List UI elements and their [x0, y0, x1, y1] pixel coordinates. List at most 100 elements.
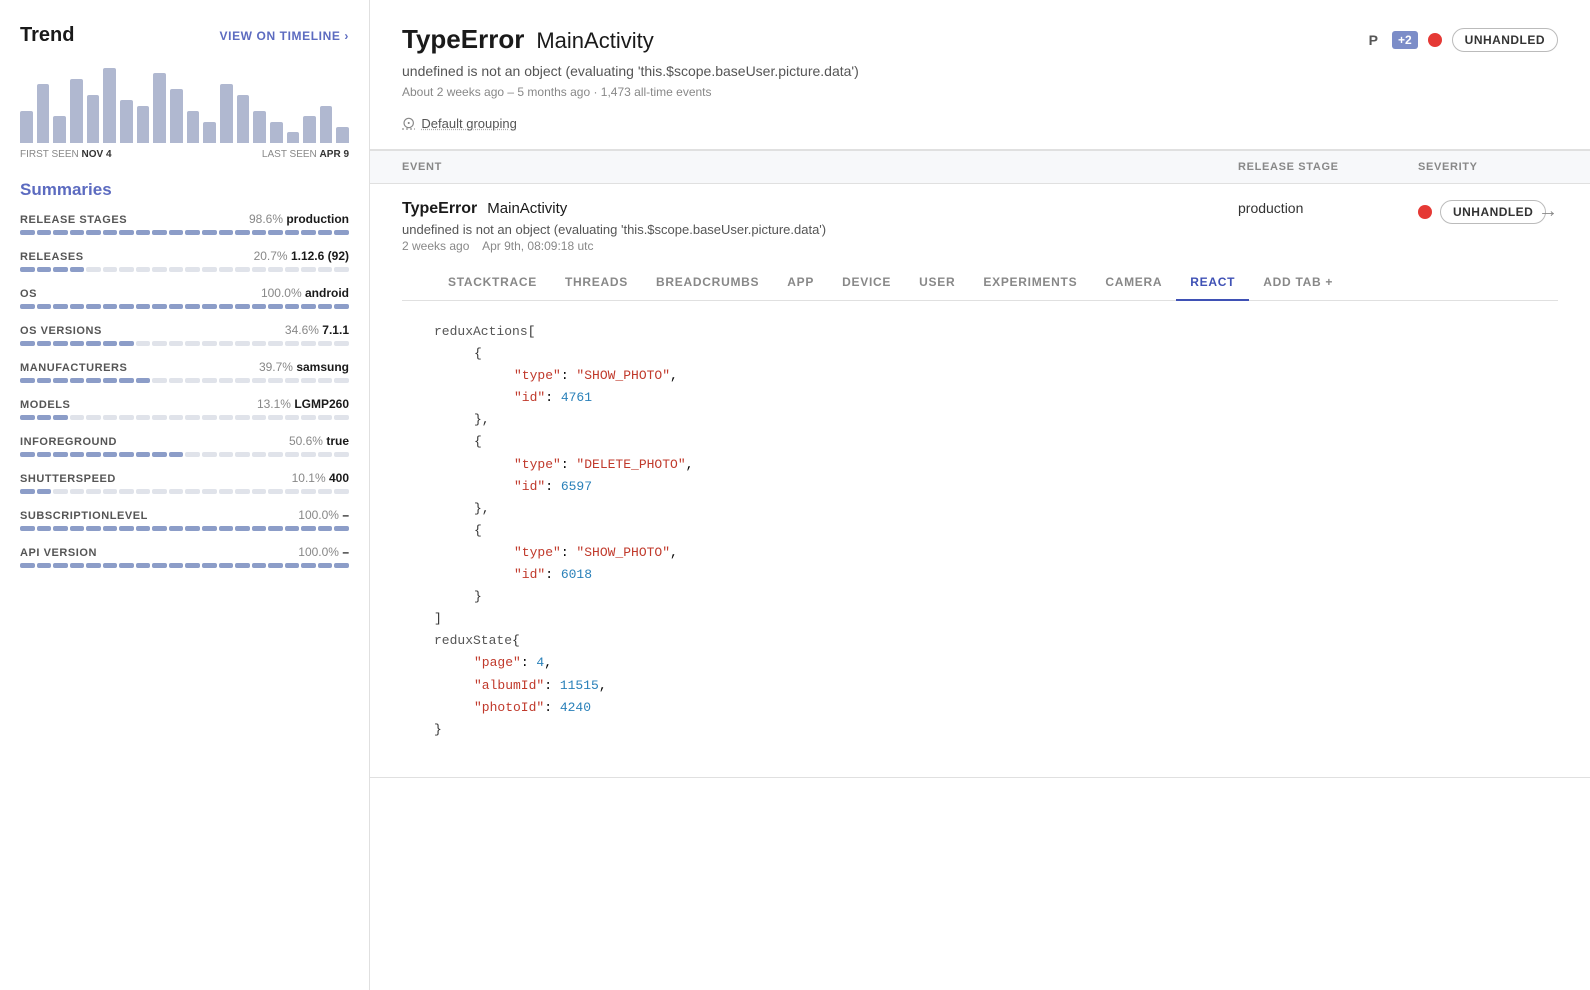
chart-bar — [70, 79, 83, 143]
tab-react[interactable]: REACT — [1176, 265, 1249, 301]
event-severity-dot — [1418, 205, 1432, 219]
tab-app[interactable]: APP — [773, 265, 828, 301]
view-timeline-link[interactable]: VIEW ON TIMELINE › — [220, 29, 349, 43]
chart-bar — [37, 84, 50, 143]
event-type: TypeError — [402, 200, 477, 218]
code-line: "photoId": 4240 — [434, 697, 1526, 719]
tab-device[interactable]: DEVICE — [828, 265, 905, 301]
summary-item: SHUTTERSPEED10.1% 400 — [20, 471, 349, 494]
code-line: { — [434, 520, 1526, 542]
code-line: { — [434, 343, 1526, 365]
code-line: reduxState { — [434, 630, 1526, 652]
summary-item: MODELS 13.1% LGMP260 — [20, 397, 349, 420]
event-severity: UNHANDLED — [1418, 200, 1558, 224]
code-line: }, — [434, 409, 1526, 431]
code-line: "type": "DELETE_PHOTO", — [434, 454, 1526, 476]
summary-label: MANUFACTURERS — [20, 362, 127, 374]
chart-bar — [87, 95, 100, 143]
summary-value: 13.1% LGMP260 — [257, 397, 349, 411]
first-seen-label: FIRST SEEN NOV 4 — [20, 149, 112, 160]
chart-bar — [220, 84, 233, 143]
chart-bar — [203, 122, 216, 143]
code-line: "type": "SHOW_PHOTO", — [434, 365, 1526, 387]
event-info: TypeError MainActivity undefined is not … — [402, 200, 1238, 253]
chart-bar — [53, 116, 66, 143]
summaries-container: RELEASE STAGES 98.6% production RELEASES20… — [20, 212, 349, 568]
summary-value: 100.0% android — [261, 286, 349, 300]
tab-threads[interactable]: THREADS — [551, 265, 642, 301]
summary-label: API VERSION — [20, 547, 97, 559]
event-arrow[interactable]: → — [1538, 200, 1558, 223]
code-line: "type": "SHOW_PHOTO", — [434, 542, 1526, 564]
summary-label: RELEASE STAGES — [20, 214, 127, 226]
tab-user[interactable]: USER — [905, 265, 969, 301]
last-seen-label: LAST SEEN APR 9 — [262, 149, 349, 160]
col-release-stage: RELEASE STAGE — [1238, 161, 1418, 173]
code-line: ] — [434, 608, 1526, 630]
chart-bar — [336, 127, 349, 143]
chart-labels: FIRST SEEN NOV 4 LAST SEEN APR 9 — [20, 149, 349, 160]
summary-label: OS VERSIONS — [20, 325, 102, 337]
chart-bar — [320, 106, 333, 144]
summary-item: API VERSION100.0% – — [20, 545, 349, 568]
trend-chart: FIRST SEEN NOV 4 LAST SEEN APR 9 — [20, 63, 349, 160]
default-grouping[interactable]: ⊙ Default grouping — [402, 113, 1558, 133]
error-header: TypeError MainActivity P +2 UNHANDLED un… — [370, 0, 1590, 150]
error-location: MainActivity — [536, 28, 653, 54]
event-card: TypeError MainActivity undefined is not … — [370, 184, 1590, 778]
col-event: EVENT — [402, 161, 1238, 173]
chart-bar — [303, 116, 316, 143]
chart-bars — [20, 63, 349, 143]
table-header: EVENT RELEASE STAGE SEVERITY — [370, 150, 1590, 184]
summary-label: OS — [20, 288, 37, 300]
event-meta: 2 weeks ago Apr 9th, 08:09:18 utc — [402, 239, 1238, 253]
summary-value: 39.7% samsung — [259, 360, 349, 374]
code-panel: reduxActions [{"type": "SHOW_PHOTO","id"… — [402, 301, 1558, 761]
sidebar: Trend VIEW ON TIMELINE › FIRST SEEN NOV … — [0, 0, 370, 990]
error-title-left: TypeError MainActivity — [402, 24, 654, 55]
tabs-row: STACKTRACETHREADSBREADCRUMBSAPPDEVICEUSE… — [402, 265, 1558, 301]
tab-camera[interactable]: CAMERA — [1091, 265, 1176, 301]
main-content: TypeError MainActivity P +2 UNHANDLED un… — [370, 0, 1590, 990]
error-title-row: TypeError MainActivity P +2 UNHANDLED — [402, 24, 1558, 55]
code-line: { — [434, 431, 1526, 453]
summary-label: INFOREGROUND — [20, 436, 117, 448]
summary-value: 98.6% production — [249, 212, 349, 226]
error-type: TypeError — [402, 24, 524, 55]
sidebar-title: Trend — [20, 24, 74, 47]
tab-add-tab--[interactable]: ADD TAB + — [1249, 265, 1347, 301]
severity-dot — [1428, 33, 1442, 47]
summary-label: MODELS — [20, 399, 70, 411]
code-line: "id": 6018 — [434, 564, 1526, 586]
grouping-icon: ⊙ — [402, 113, 415, 133]
event-location: MainActivity — [487, 200, 567, 217]
chart-bar — [137, 106, 150, 144]
summary-value: 20.7% 1.12.6 (92) — [254, 249, 349, 263]
code-line: "page": 4, — [434, 652, 1526, 674]
code-line: "albumId": 11515, — [434, 675, 1526, 697]
tab-experiments[interactable]: EXPERIMENTS — [969, 265, 1091, 301]
tab-stacktrace[interactable]: STACKTRACE — [434, 265, 551, 301]
chart-bar — [270, 122, 283, 143]
chart-bar — [170, 89, 183, 143]
chart-bar — [237, 95, 250, 143]
priority-count: +2 — [1392, 31, 1418, 49]
code-line: reduxActions [ — [434, 321, 1526, 343]
event-release-stage: production — [1238, 200, 1418, 216]
error-subtitle: undefined is not an object (evaluating '… — [402, 63, 1558, 79]
summary-label: SUBSCRIPTIONLEVEL — [20, 510, 148, 522]
unhandled-badge: UNHANDLED — [1452, 28, 1558, 52]
chart-bar — [103, 68, 116, 143]
summary-value: 10.1% 400 — [292, 471, 349, 485]
summary-item: RELEASES20.7% 1.12.6 (92) — [20, 249, 349, 272]
code-line: } — [434, 719, 1526, 741]
grouping-label: Default grouping — [421, 116, 516, 131]
summary-item: OS 100.0% android — [20, 286, 349, 309]
error-header-right: P +2 UNHANDLED — [1369, 28, 1558, 52]
tab-breadcrumbs[interactable]: BREADCRUMBS — [642, 265, 773, 301]
summary-item: INFOREGROUND50.6% true — [20, 434, 349, 457]
summary-value: 34.6% 7.1.1 — [285, 323, 349, 337]
priority-label: P — [1369, 32, 1378, 48]
summary-item: RELEASE STAGES 98.6% production — [20, 212, 349, 235]
chart-bar — [287, 132, 300, 143]
